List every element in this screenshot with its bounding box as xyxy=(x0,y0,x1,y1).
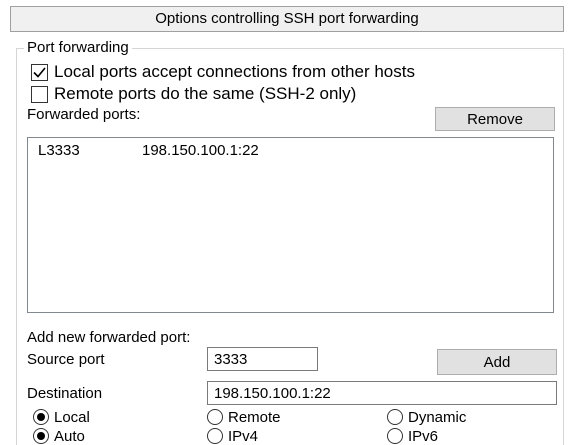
destination-input[interactable] xyxy=(207,381,557,405)
radio-ipv6[interactable]: IPv6 xyxy=(387,427,438,445)
forwarded-ports-label: Forwarded ports: xyxy=(27,106,141,123)
local-accept-checkbox[interactable] xyxy=(31,63,48,81)
local-accept-option[interactable]: Local ports accept connections from othe… xyxy=(31,62,415,82)
radio-local[interactable]: Local xyxy=(33,408,90,426)
radio-ipv4-label: IPv4 xyxy=(228,427,259,445)
list-item[interactable]: L3333 198.150.100.1:22 xyxy=(38,142,259,162)
remote-same-checkbox[interactable] xyxy=(31,85,48,103)
section-header: Options controlling SSH port forwarding xyxy=(10,6,564,32)
radio-ipv6-button[interactable] xyxy=(387,428,403,444)
list-item-source: L3333 xyxy=(38,142,80,159)
radio-local-button[interactable] xyxy=(33,409,49,425)
forwarded-ports-list[interactable]: L3333 198.150.100.1:22 xyxy=(27,137,554,313)
remove-button[interactable]: Remove xyxy=(435,107,555,131)
radio-remote-label: Remote xyxy=(228,408,281,426)
radio-auto-button[interactable] xyxy=(33,428,49,444)
source-port-input[interactable] xyxy=(207,347,318,371)
radio-dynamic[interactable]: Dynamic xyxy=(387,408,466,426)
section-title: Options controlling SSH port forwarding xyxy=(155,10,419,27)
radio-dynamic-button[interactable] xyxy=(387,409,403,425)
destination-label: Destination xyxy=(27,385,103,402)
add-button[interactable]: Add xyxy=(437,349,557,375)
source-port-label: Source port xyxy=(27,351,105,368)
remote-same-option[interactable]: Remote ports do the same (SSH-2 only) xyxy=(31,84,356,104)
radio-local-label: Local xyxy=(54,408,90,426)
list-item-destination: 198.150.100.1:22 xyxy=(142,142,259,159)
add-new-heading: Add new forwarded port: xyxy=(27,329,191,346)
radio-dynamic-label: Dynamic xyxy=(408,408,467,426)
radio-auto-label: Auto xyxy=(54,427,85,445)
radio-auto[interactable]: Auto xyxy=(33,427,85,445)
radio-remote[interactable]: Remote xyxy=(207,408,281,426)
port-forwarding-group-label: Port forwarding xyxy=(24,39,132,56)
radio-remote-button[interactable] xyxy=(207,409,223,425)
radio-ipv6-label: IPv6 xyxy=(408,427,439,445)
radio-ipv4-button[interactable] xyxy=(207,428,223,444)
remote-same-label: Remote ports do the same (SSH-2 only) xyxy=(54,84,357,103)
local-accept-label: Local ports accept connections from othe… xyxy=(54,62,415,81)
checkmark-icon xyxy=(33,66,46,78)
radio-ipv4[interactable]: IPv4 xyxy=(207,427,258,445)
